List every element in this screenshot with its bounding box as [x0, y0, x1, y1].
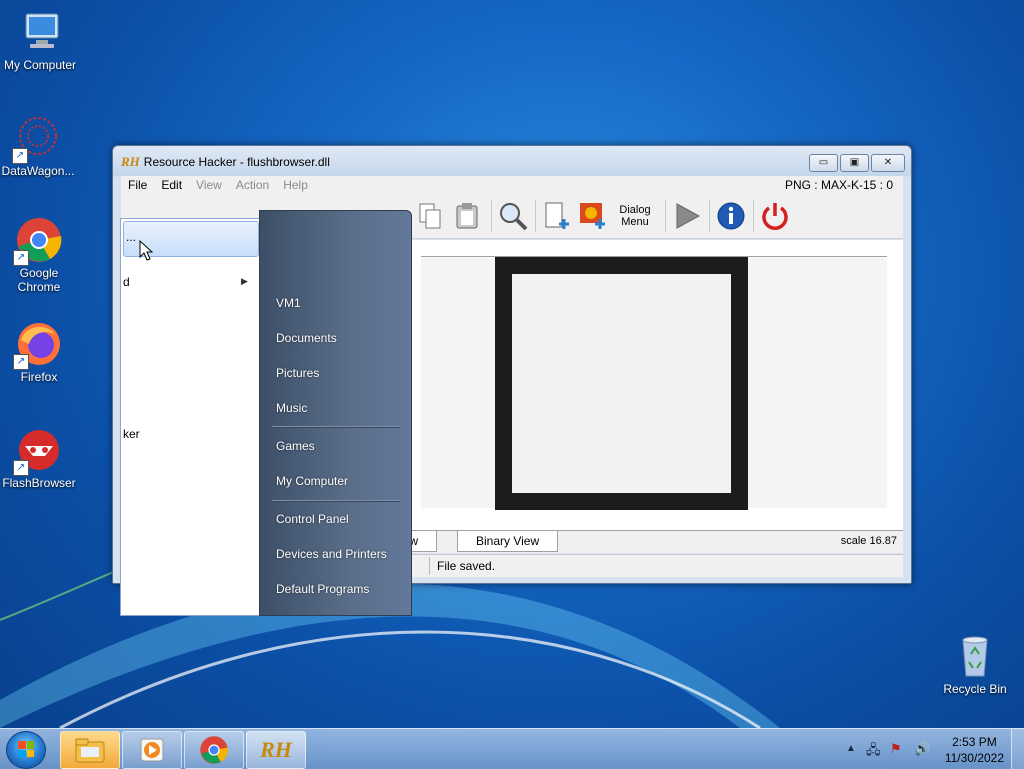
- rh-app-icon: RH: [121, 154, 140, 169]
- tab-binary-view[interactable]: Binary View: [457, 531, 559, 552]
- start-menu-places-pane: VM1 Documents Pictures Music Games My Co…: [259, 210, 412, 616]
- restore-button[interactable]: ▣: [840, 154, 869, 172]
- rh-app-icon: RH: [260, 737, 292, 762]
- minimize-button[interactable]: ▭: [809, 154, 838, 172]
- start-menu-default-programs[interactable]: Default Programs: [276, 582, 369, 596]
- power-icon[interactable]: [759, 200, 791, 232]
- desktop-icon-label: Recycle Bin: [943, 682, 1007, 696]
- status-divider: [429, 557, 430, 575]
- menu-edit[interactable]: Edit: [154, 176, 189, 194]
- volume-icon[interactable]: 🔊: [914, 741, 930, 757]
- toolbar-separator: [753, 200, 754, 232]
- status-text: File saved.: [437, 559, 496, 573]
- clock-time: 2:53 PM: [952, 735, 997, 749]
- media-player-icon: [140, 738, 164, 762]
- desktop-icon-label: Firefox: [20, 370, 58, 384]
- window-title-bar: RH Resource Hacker - flushbrowser.dll: [121, 154, 330, 170]
- taskbar-resource-hacker[interactable]: RH: [246, 731, 306, 769]
- start-menu-separator: [272, 426, 400, 428]
- toolbar-separator: [491, 200, 492, 232]
- start-menu-devices-and-printers[interactable]: Devices and Printers: [276, 547, 387, 561]
- add-resource-icon[interactable]: [541, 200, 573, 232]
- menu-action[interactable]: Action: [229, 176, 276, 194]
- flashbrowser-icon: ↗: [13, 426, 63, 476]
- datawagon-icon: ↗: [12, 114, 62, 164]
- resource-id-label: PNG : MAX-K-15 : 0: [784, 178, 893, 192]
- png-preview: [495, 257, 748, 510]
- firefox-icon: ↗: [13, 320, 63, 370]
- start-menu-control-panel[interactable]: Control Panel: [276, 512, 349, 526]
- action-center-icon[interactable]: ⚑: [890, 741, 902, 757]
- clock-date: 11/30/2022: [944, 751, 1004, 765]
- shortcut-arrow-icon: ↗: [13, 354, 29, 370]
- toolbar-separator: [709, 200, 710, 232]
- submenu-arrow-icon: ▶: [241, 276, 248, 286]
- taskbar: RH ▲ 🖧 ⚑ 🔊 2:53 PM 11/30/2022: [0, 728, 1024, 769]
- shortcut-arrow-icon: ↗: [12, 148, 28, 164]
- clock[interactable]: 2:53 PM 11/30/2022: [945, 734, 1004, 766]
- desktop-icon-my-computer[interactable]: My Computer: [0, 8, 80, 72]
- close-button[interactable]: ✕: [871, 154, 905, 172]
- toolbar-separator: [665, 200, 666, 232]
- menu-help[interactable]: Help: [276, 176, 315, 194]
- start-menu-documents[interactable]: Documents: [276, 331, 337, 345]
- start-menu-item-label[interactable]: d: [123, 275, 130, 289]
- shortcut-arrow-icon: ↗: [13, 250, 29, 266]
- desktop-icon-datawagon[interactable]: ↗ DataWagon...: [0, 114, 78, 178]
- chrome-icon: ↗: [13, 216, 63, 266]
- network-icon[interactable]: 🖧: [866, 741, 881, 763]
- tray-expand-icon[interactable]: ▲: [846, 743, 856, 754]
- desktop-icon-recycle-bin[interactable]: Recycle Bin: [935, 632, 1015, 696]
- mouse-cursor-icon: [139, 240, 153, 261]
- png-preview-inner: [512, 274, 731, 493]
- toolbar-separator: [535, 200, 536, 232]
- start-menu-item-label[interactable]: ker: [123, 427, 140, 441]
- recycle-bin-icon: [951, 632, 999, 680]
- paste-icon[interactable]: [451, 200, 483, 232]
- folder-icon: [75, 738, 105, 763]
- windows-flag-icon: [18, 741, 34, 757]
- taskbar-explorer[interactable]: [60, 731, 120, 769]
- chrome-icon: [200, 736, 228, 764]
- scale-label: scale 16.87: [840, 535, 897, 547]
- start-menu-item-label: ...: [126, 230, 137, 244]
- shortcut-arrow-icon: ↗: [13, 460, 29, 476]
- show-desktop-button[interactable]: [1011, 729, 1024, 769]
- copy-icon[interactable]: [415, 200, 447, 232]
- start-menu-programs-pane: ... d ▶ ker: [120, 218, 261, 616]
- computer-icon: [16, 8, 64, 56]
- desktop-icon-label: Google Chrome: [17, 266, 61, 294]
- search-icon[interactable]: [497, 200, 529, 232]
- start-menu-music[interactable]: Music: [276, 401, 307, 415]
- start-menu-pictures[interactable]: Pictures: [276, 366, 319, 380]
- taskbar-media-player[interactable]: [122, 731, 182, 769]
- menu-bar: File Edit View Action Help PNG : MAX-K-1…: [121, 176, 903, 194]
- taskbar-chrome[interactable]: [184, 731, 244, 769]
- start-menu-vm1[interactable]: VM1: [276, 296, 301, 310]
- desktop-icon-label: DataWagon...: [1, 164, 75, 178]
- desktop-icon-flashbrowser[interactable]: ↗ FlashBrowser: [0, 426, 79, 490]
- window-title: Resource Hacker - flushbrowser.dll: [143, 155, 330, 169]
- start-menu-games[interactable]: Games: [276, 439, 315, 453]
- menu-view[interactable]: View: [189, 176, 229, 194]
- desktop-icon-label: My Computer: [3, 58, 77, 72]
- menu-file[interactable]: File: [121, 176, 154, 194]
- desktop-icon-google-chrome[interactable]: ↗ Google Chrome: [0, 216, 79, 294]
- desktop-icon-label: FlashBrowser: [2, 476, 76, 490]
- start-menu-my-computer[interactable]: My Computer: [276, 474, 348, 488]
- play-icon[interactable]: [671, 200, 703, 232]
- add-image-resource-icon[interactable]: [577, 200, 609, 232]
- start-button[interactable]: [6, 731, 46, 769]
- dialog-menu-button[interactable]: Dialog Menu: [615, 200, 655, 232]
- info-icon[interactable]: [715, 200, 747, 232]
- desktop-icon-firefox[interactable]: ↗ Firefox: [0, 320, 79, 384]
- start-menu-separator: [272, 500, 400, 502]
